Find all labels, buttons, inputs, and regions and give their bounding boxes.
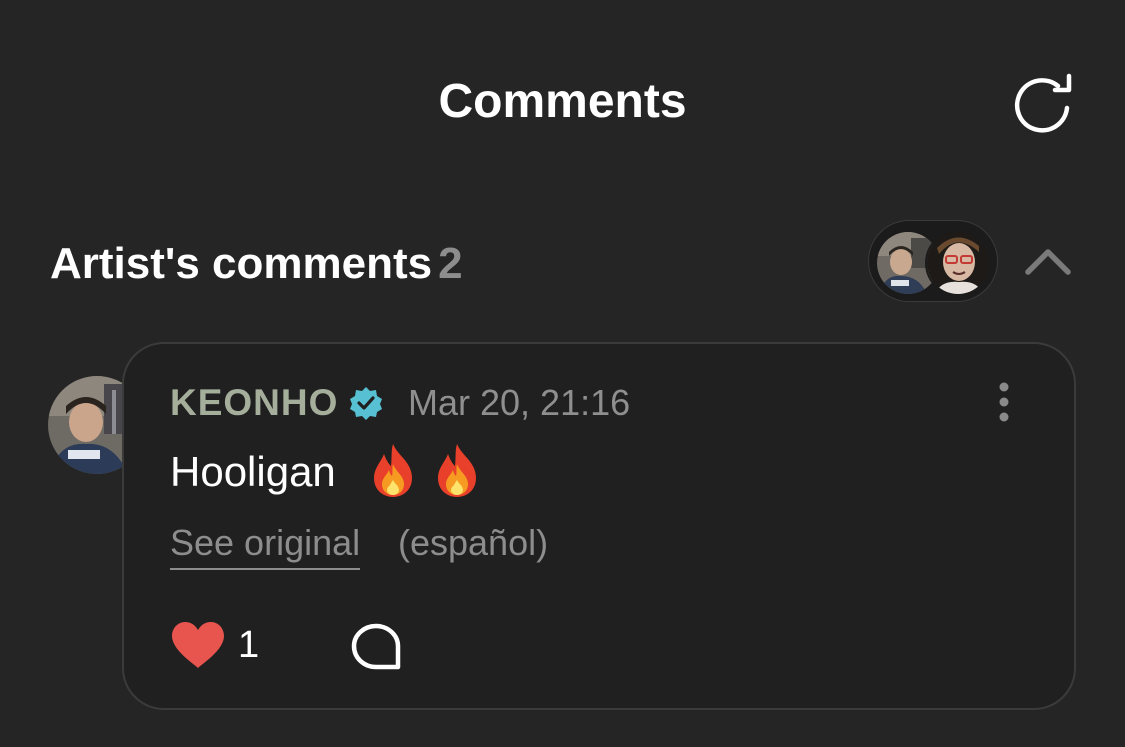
section-title: Artist's comments [50,239,433,288]
flame-icon [432,442,482,498]
chevron-up-icon[interactable] [1022,244,1074,278]
author-name[interactable]: KEONHO [170,380,338,426]
reply-bubble-icon[interactable] [350,622,402,670]
artist-comments-header: Artist's comments 2 [50,236,463,292]
flame-icon [368,442,418,498]
heart-icon[interactable] [170,620,226,670]
artist-avatar-stack[interactable] [868,220,998,302]
page-title: Comments [438,75,687,128]
verified-badge-icon [348,385,384,421]
refresh-icon[interactable] [1008,72,1078,134]
original-language: (español) [398,522,549,563]
comment-count: 2 [438,239,463,288]
see-original-link[interactable]: See original [170,520,361,570]
like-count: 1 [238,624,260,666]
comment-text: Hooligan [170,448,336,495]
more-vertical-icon[interactable] [988,378,1020,426]
artist-avatar-2 [925,230,991,296]
comment-timestamp: Mar 20, 21:16 [408,382,631,423]
